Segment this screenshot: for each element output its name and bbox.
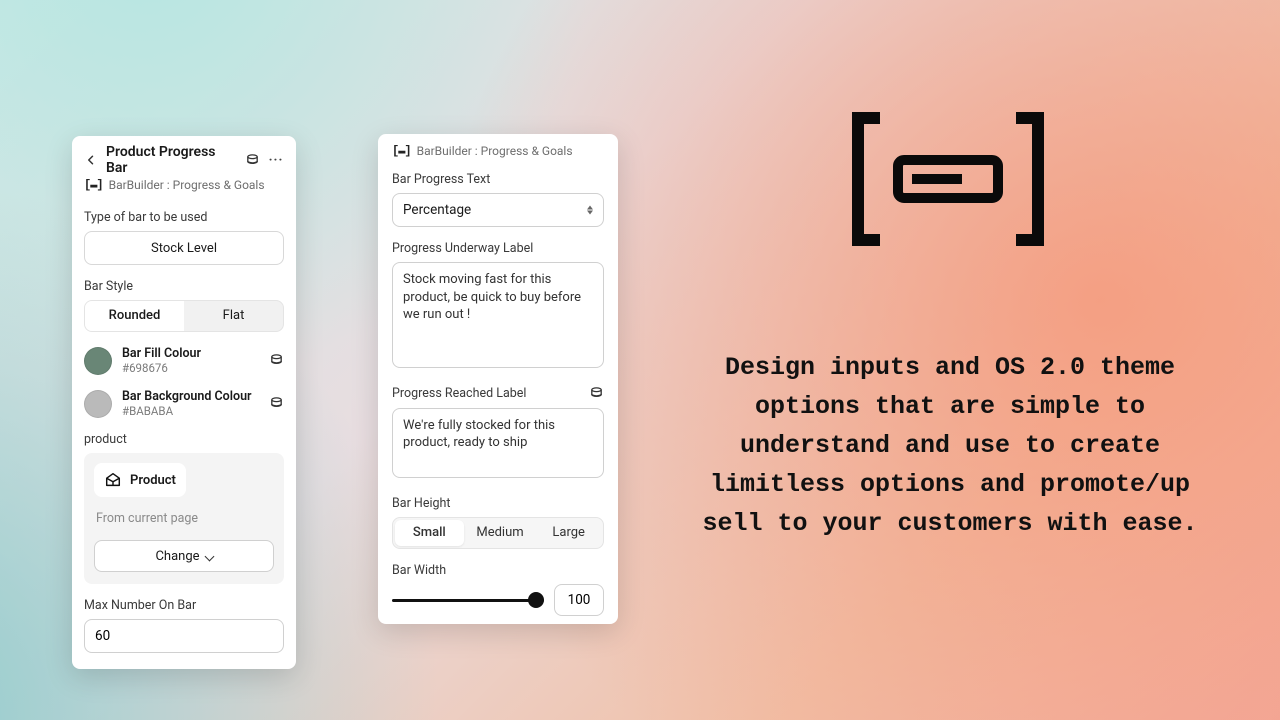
seg-option-large[interactable]: Large bbox=[534, 518, 603, 548]
swatch-icon bbox=[84, 347, 112, 375]
reached-label-row: Progress Reached Label bbox=[392, 386, 604, 402]
underway-label: Progress Underway Label bbox=[392, 241, 604, 256]
color-name: Bar Background Colour bbox=[122, 389, 258, 404]
swatch-icon bbox=[84, 390, 112, 418]
seg-option-rounded[interactable]: Rounded bbox=[85, 301, 184, 331]
type-label: Type of bar to be used bbox=[84, 210, 284, 225]
progress-text-label: Bar Progress Text bbox=[392, 172, 604, 187]
color-row-bg[interactable]: Bar Background Colour #BABABA bbox=[84, 389, 284, 418]
bar-style-segmented: Rounded Flat bbox=[84, 300, 284, 332]
app-logo-icon: [▬] bbox=[392, 144, 411, 158]
progress-text-value: Percentage bbox=[403, 202, 471, 218]
underway-textarea[interactable] bbox=[392, 262, 604, 368]
database-icon[interactable] bbox=[268, 353, 284, 369]
type-select-value: Stock Level bbox=[151, 241, 217, 256]
back-icon[interactable] bbox=[84, 153, 98, 167]
product-chip[interactable]: Product bbox=[94, 463, 186, 497]
app-name-row: [▬] BarBuilder : Progress & Goals bbox=[392, 144, 604, 158]
product-from-text: From current page bbox=[94, 511, 274, 526]
color-row-fill[interactable]: Bar Fill Colour #698676 bbox=[84, 346, 284, 375]
updown-icon bbox=[587, 206, 593, 215]
app-name-label: BarBuilder : Progress & Goals bbox=[109, 178, 265, 192]
bar-style-label: Bar Style bbox=[84, 279, 284, 294]
product-box: Product From current page Change bbox=[84, 453, 284, 584]
settings-panel-left: Product Progress Bar ··· [▬] BarBuilder … bbox=[72, 136, 296, 669]
seg-option-small[interactable]: Small bbox=[395, 520, 464, 546]
chevron-down-icon bbox=[206, 549, 213, 564]
change-button-label: Change bbox=[155, 549, 199, 564]
seg-option-flat[interactable]: Flat bbox=[184, 301, 283, 331]
reached-label: Progress Reached Label bbox=[392, 386, 526, 401]
app-name-label: BarBuilder : Progress & Goals bbox=[417, 144, 573, 158]
database-icon[interactable] bbox=[268, 396, 284, 412]
max-label: Max Number On Bar bbox=[84, 598, 284, 613]
database-icon[interactable] bbox=[588, 386, 604, 402]
product-chip-label: Product bbox=[130, 473, 176, 488]
bar-width-label: Bar Width bbox=[392, 563, 604, 578]
settings-panel-right: [▬] BarBuilder : Progress & Goals Bar Pr… bbox=[378, 134, 618, 624]
bar-height-label: Bar Height bbox=[392, 496, 604, 511]
slider-thumb-icon[interactable] bbox=[528, 592, 544, 608]
product-section-label: product bbox=[84, 432, 284, 447]
product-icon bbox=[104, 471, 122, 489]
color-name: Bar Fill Colour bbox=[122, 346, 258, 361]
color-hex: #BABABA bbox=[122, 404, 258, 418]
panel-header: Product Progress Bar ··· bbox=[84, 148, 284, 172]
app-logo-icon: [▬] bbox=[84, 178, 103, 192]
bar-width-slider[interactable] bbox=[392, 590, 544, 610]
progress-text-select[interactable]: Percentage bbox=[392, 193, 604, 227]
reached-textarea[interactable] bbox=[392, 408, 604, 479]
marketing-text: Design inputs and OS 2.0 theme options t… bbox=[693, 348, 1207, 543]
panel-title: Product Progress Bar bbox=[106, 144, 236, 176]
bar-height-segmented: Small Medium Large bbox=[392, 517, 604, 549]
brand-logo-icon bbox=[850, 112, 1046, 246]
seg-option-medium[interactable]: Medium bbox=[466, 518, 535, 548]
max-number-input[interactable] bbox=[84, 619, 284, 653]
bar-width-row bbox=[392, 584, 604, 616]
database-icon[interactable] bbox=[244, 152, 260, 168]
more-icon[interactable]: ··· bbox=[268, 152, 284, 168]
bar-width-input[interactable] bbox=[554, 584, 604, 616]
color-hex: #698676 bbox=[122, 361, 258, 375]
app-name-row: [▬] BarBuilder : Progress & Goals bbox=[84, 178, 284, 192]
change-button[interactable]: Change bbox=[94, 540, 274, 572]
type-select[interactable]: Stock Level bbox=[84, 231, 284, 265]
